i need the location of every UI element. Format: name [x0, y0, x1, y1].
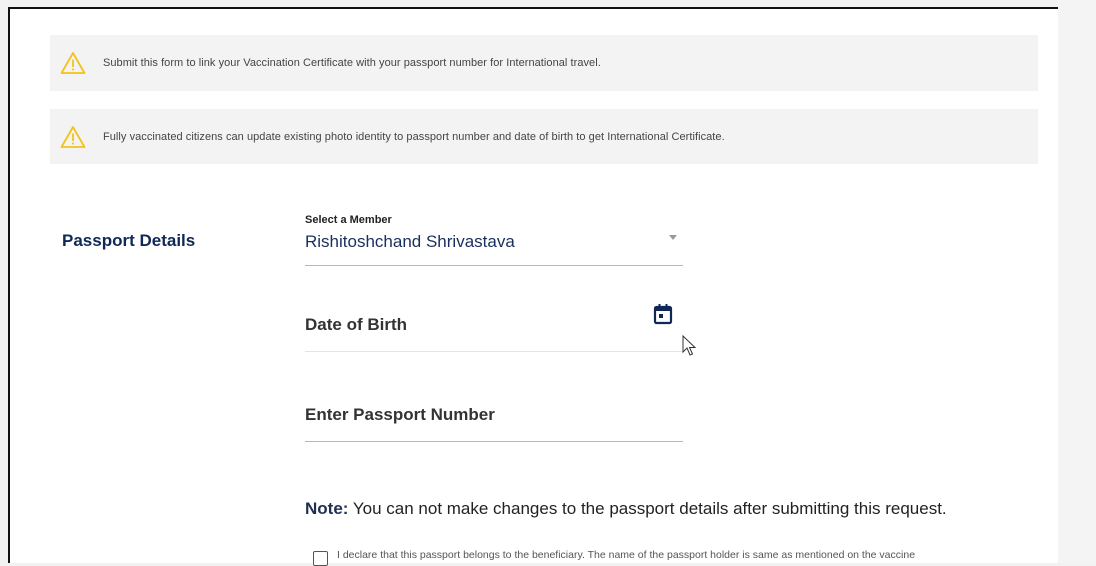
calendar-icon[interactable] [653, 303, 673, 325]
form-card: Submit this form to link your Vaccinatio… [8, 7, 1058, 566]
info-alert-link-certificate: Submit this form to link your Vaccinatio… [50, 35, 1038, 91]
note-body: You can not make changes to the passport… [348, 499, 947, 518]
mouse-pointer-icon [682, 334, 698, 357]
note-label: Note: [305, 499, 349, 518]
declaration-row: I declare that this passport belongs to … [313, 549, 915, 566]
passport-number-placeholder: Enter Passport Number [305, 405, 495, 424]
declaration-checkbox[interactable] [313, 551, 328, 566]
info-alert-update-identity: Fully vaccinated citizens can update exi… [50, 109, 1038, 164]
date-of-birth-field[interactable]: Date of Birth [305, 304, 683, 352]
alert-text: Fully vaccinated citizens can update exi… [103, 130, 725, 143]
alert-text: Submit this form to link your Vaccinatio… [103, 57, 601, 69]
declaration-text: I declare that this passport belongs to … [337, 549, 916, 561]
member-select-caption: Select a Member [305, 214, 392, 226]
note-text: Note: You can not make changes to the pa… [305, 499, 947, 519]
section-title-passport-details: Passport Details [62, 231, 196, 250]
chevron-down-icon[interactable] [669, 235, 677, 240]
member-select[interactable]: Select a Member Rishitoshchand Shrivasta… [305, 209, 683, 266]
member-select-value[interactable]: Rishitoshchand Shrivastava [305, 232, 683, 252]
warning-icon [60, 125, 86, 149]
date-of-birth-placeholder: Date of Birth [305, 315, 407, 334]
warning-icon [60, 51, 86, 75]
passport-number-field[interactable]: Enter Passport Number [305, 399, 683, 442]
page-gutter [1058, 0, 1096, 563]
